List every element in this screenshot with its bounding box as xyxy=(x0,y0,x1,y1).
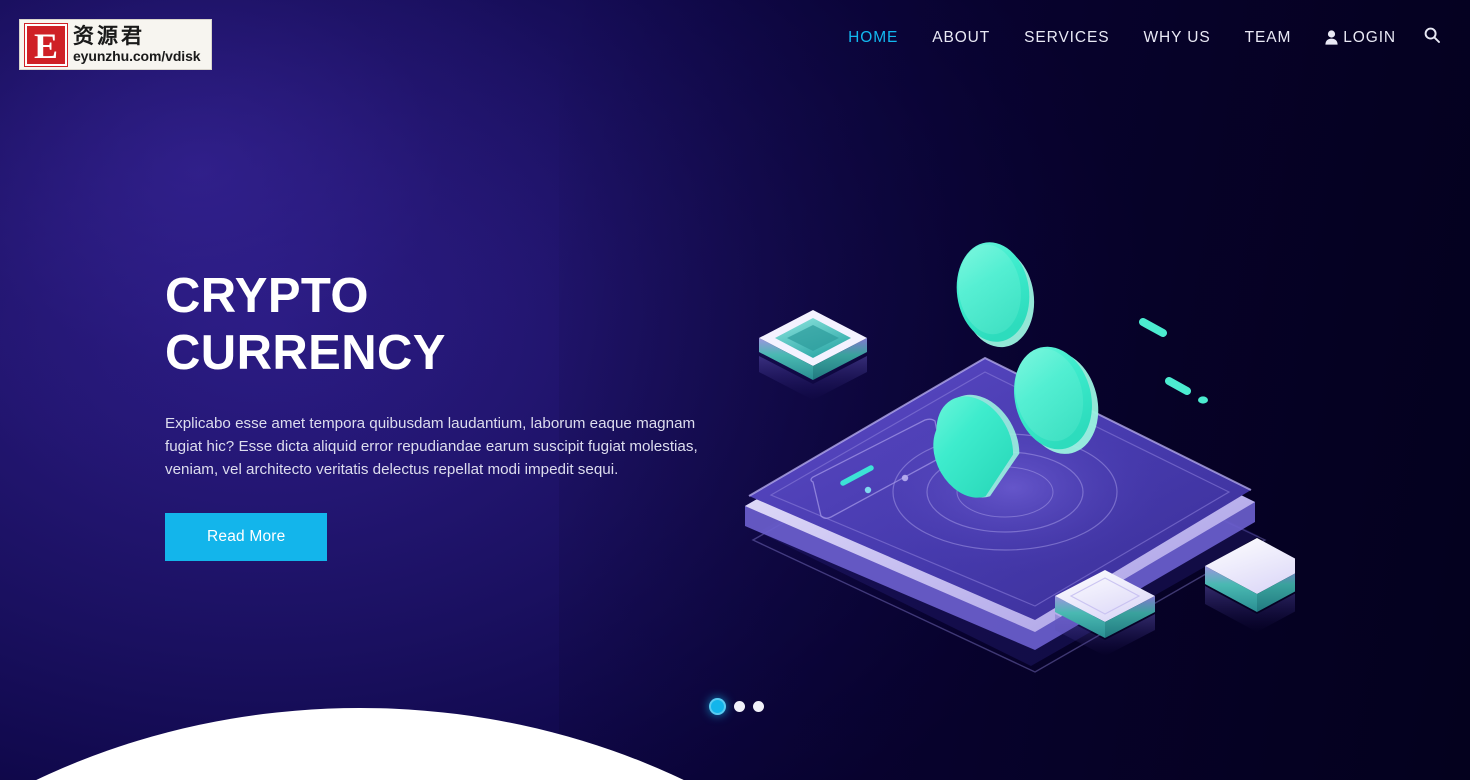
logo-mark-icon: E xyxy=(24,22,68,67)
login-label: LOGIN xyxy=(1343,28,1396,46)
read-more-button[interactable]: Read More xyxy=(165,512,328,561)
nav-item-why-us[interactable]: WHY US xyxy=(1126,29,1227,47)
nav-item-team[interactable]: TEAM xyxy=(1228,29,1309,47)
nav-item-services[interactable]: SERVICES xyxy=(1007,29,1126,47)
search-icon xyxy=(1424,27,1440,48)
carousel-dot-3[interactable] xyxy=(753,701,764,712)
hero-content: CRYPTO CURRENCY Explicabo esse amet temp… xyxy=(165,268,725,561)
user-icon xyxy=(1325,30,1338,45)
carousel-dot-2[interactable] xyxy=(734,701,745,712)
main-navigation: HOME ABOUT SERVICES WHY US TEAM LOGIN xyxy=(831,27,1444,48)
logo-chinese-name: 资源君 xyxy=(73,24,145,48)
hero-page: E 资源君 eyunzhu.com/vdisk HOME ABOUT SERVI… xyxy=(0,0,1470,780)
hero-title-line-2: CURRENCY xyxy=(165,325,446,380)
login-button[interactable]: LOGIN xyxy=(1308,29,1410,47)
crypto-phone-illustration xyxy=(735,240,1295,690)
site-logo[interactable]: E 资源君 eyunzhu.com/vdisk xyxy=(19,19,212,70)
hero-description: Explicabo esse amet tempora quibusdam la… xyxy=(165,414,698,478)
carousel-indicators xyxy=(709,698,764,715)
carousel-dot-1[interactable] xyxy=(709,698,726,715)
nav-item-home[interactable]: HOME xyxy=(831,29,915,47)
logo-url: eyunzhu.com/vdisk xyxy=(73,48,201,64)
hero-title-line-1: CRYPTO xyxy=(165,269,369,323)
site-header: E 资源君 eyunzhu.com/vdisk HOME ABOUT SERVI… xyxy=(0,0,1470,78)
logo-text: 资源君 eyunzhu.com/vdisk xyxy=(73,24,201,64)
search-button[interactable] xyxy=(1410,27,1444,48)
nav-item-about[interactable]: ABOUT xyxy=(915,29,1007,47)
hero-title: CRYPTO CURRENCY xyxy=(165,268,725,382)
